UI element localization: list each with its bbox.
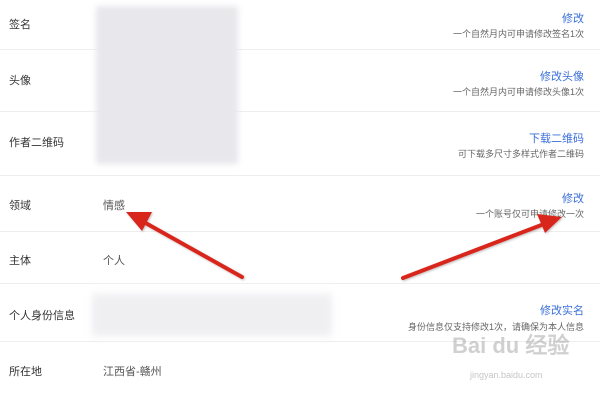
edit-domain-link[interactable]: 修改 [562, 190, 584, 206]
edit-real-name-link[interactable]: 修改实名 [540, 302, 584, 318]
row-author-qrcode: 作者二维码 下载二维码 可下载多尺寸多样式作者二维码 [0, 112, 600, 176]
identity-note: 身份信息仅支持修改1次，请确保为本人信息 [407, 322, 584, 332]
row-location: 所在地 江西省-赣州 [0, 342, 600, 400]
subject-value: 个人 [103, 255, 125, 267]
identity-info-label: 个人身份信息 [9, 310, 75, 322]
redacted-profile-block [96, 6, 238, 164]
domain-value: 情感 [103, 200, 125, 212]
row-subject: 主体 个人 [0, 232, 600, 284]
row-avatar: 头像 修改头像 一个自然月内可申请修改头像1次 [0, 50, 600, 112]
domain-label: 领域 [9, 200, 31, 212]
signature-label: 签名 [9, 19, 31, 31]
row-domain: 领域 情感 修改 一个账号仅可申请修改一次 [0, 176, 600, 232]
author-qrcode-label: 作者二维码 [9, 137, 64, 149]
row-signature: 签名 修改 一个自然月内可申请修改签名1次 [0, 0, 600, 50]
signature-note: 一个自然月内可申请修改签名1次 [452, 29, 584, 39]
subject-label: 主体 [9, 255, 31, 267]
location-value: 江西省-赣州 [103, 366, 162, 378]
qrcode-note: 可下载多尺寸多样式作者二维码 [457, 149, 584, 159]
avatar-label: 头像 [9, 75, 31, 87]
download-qrcode-link[interactable]: 下载二维码 [529, 130, 584, 146]
location-label: 所在地 [9, 366, 42, 378]
redacted-identity-strip [92, 294, 332, 336]
edit-signature-link[interactable]: 修改 [562, 10, 584, 26]
domain-note: 一个账号仅可申请修改一次 [475, 209, 584, 219]
avatar-note: 一个自然月内可申请修改头像1次 [452, 87, 584, 97]
edit-avatar-link[interactable]: 修改头像 [540, 68, 584, 84]
